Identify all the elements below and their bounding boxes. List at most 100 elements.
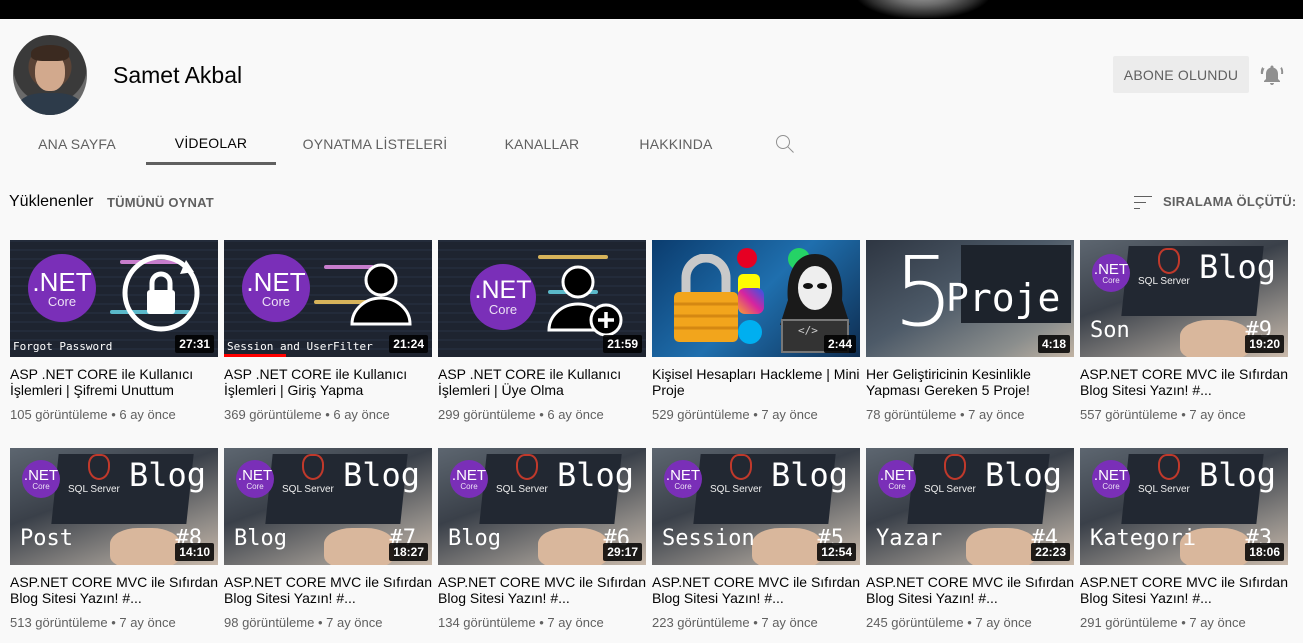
video-title[interactable]: ASP.NET CORE MVC ile Sıfırdan Blog Sites… xyxy=(10,574,218,606)
sql-server-text: SQL Server xyxy=(496,484,548,495)
video-thumbnail[interactable]: .NET Core SQL Server Blog Son #9 19:20 xyxy=(1080,240,1288,357)
dotnet-logo-core: Core xyxy=(1102,481,1120,491)
video-title[interactable]: ASP.NET CORE MVC ile Sıfırdan Blog Sites… xyxy=(1080,574,1288,606)
video-thumbnail[interactable]: .NET Core Forgot Password 27:31 xyxy=(10,240,218,357)
dotnet-logo-core: Core xyxy=(488,302,518,317)
upload-age: 7 ay önce xyxy=(1189,407,1246,422)
sql-server-logo xyxy=(1158,248,1180,274)
section-title: Yüklenenler xyxy=(9,193,94,210)
video-title[interactable]: ASP.NET CORE MVC ile Sıfırdan Blog Sites… xyxy=(438,574,646,606)
video-meta: 134 görüntüleme • 7 ay önce xyxy=(438,615,604,630)
thumb-hand xyxy=(966,528,1036,565)
tab-about[interactable]: HAKKINDA xyxy=(620,123,732,165)
channel-header: Samet Akbal ABONE OLUNDU ANA SAYFA VİDEO… xyxy=(0,19,1303,166)
video-card[interactable]: .NET Core 21:59 ASP .NET CORE ile Kullan… xyxy=(438,240,646,422)
video-thumbnail[interactable]: 5 Proje 4:18 xyxy=(866,240,1074,357)
video-thumbnail[interactable]: </> 2:44 xyxy=(652,240,860,357)
video-meta: 369 görüntüleme • 6 ay önce xyxy=(224,407,390,422)
video-title[interactable]: ASP .NET CORE ile Kullanıcı İşlemleri | … xyxy=(10,366,218,398)
dotnet-logo-core: Core xyxy=(674,481,692,491)
view-count: 291 görüntüleme xyxy=(1080,615,1178,630)
uploads-section: Yüklenenler TÜMÜNÜ OYNAT SIRALAMA ÖLÇÜTÜ… xyxy=(0,166,1303,643)
avatar[interactable] xyxy=(13,35,87,115)
dotnet-logo-core: Core xyxy=(460,481,478,491)
dotnet-logo: .NET Core xyxy=(470,264,536,330)
tab-videos[interactable]: VİDEOLAR xyxy=(146,123,276,165)
video-card[interactable]: .NET Core SQL Server Blog Blog #7 18:27 … xyxy=(224,448,432,630)
video-card[interactable]: .NET Core SQL Server Blog Session #5 12:… xyxy=(652,448,860,630)
thumb-blog-text: Blog xyxy=(556,456,634,494)
instagram-icon xyxy=(738,288,764,314)
video-card[interactable]: .NET Core SQL Server Blog Kategori #3 18… xyxy=(1080,448,1288,630)
sql-server-logo xyxy=(730,454,752,480)
video-card[interactable]: .NET Core SQL Server Blog Blog #6 29:17 … xyxy=(438,448,646,630)
tab-playlists[interactable]: OYNATMA LİSTELERİ xyxy=(290,123,460,165)
video-title[interactable]: ASP .NET CORE ile Kullanıcı İşlemleri | … xyxy=(224,366,432,398)
dotnet-logo: .NET Core xyxy=(28,254,96,322)
upload-age: 7 ay önce xyxy=(761,615,818,630)
tab-home[interactable]: ANA SAYFA xyxy=(12,123,142,165)
thumb-word: Yazar xyxy=(876,526,943,551)
view-count: 78 görüntüleme xyxy=(866,407,957,422)
sql-server-text: SQL Server xyxy=(1138,276,1190,287)
video-thumbnail[interactable]: .NET Core SQL Server Blog Blog #7 18:27 xyxy=(224,448,432,565)
video-card[interactable]: </> 2:44 Kişisel Hesapları Hackleme | Mi… xyxy=(652,240,860,422)
play-all-button[interactable]: TÜMÜNÜ OYNAT xyxy=(107,195,214,210)
dotnet-logo-core: Core xyxy=(47,293,77,309)
video-title[interactable]: ASP .NET CORE ile Kullanıcı İşlemleri | … xyxy=(438,366,646,398)
thumb-caption: Session and UserFilter xyxy=(227,340,373,353)
dotnet-logo-text: .NET xyxy=(1093,466,1129,484)
tab-channels[interactable]: KANALLAR xyxy=(478,123,606,165)
padlock-image xyxy=(674,254,738,342)
video-card[interactable]: .NET Core SQL Server Blog Son #9 19:20 A… xyxy=(1080,240,1288,422)
video-title[interactable]: ASP.NET CORE MVC ile Sıfırdan Blog Sites… xyxy=(224,574,432,606)
view-count: 223 görüntüleme xyxy=(652,615,750,630)
thumb-word: Session xyxy=(662,526,755,551)
duration-badge: 29:17 xyxy=(603,543,642,561)
video-title[interactable]: Kişisel Hesapları Hackleme | Mini Proje xyxy=(652,366,860,398)
channel-tabs: ANA SAYFA VİDEOLAR OYNATMA LİSTELERİ KAN… xyxy=(0,123,1303,165)
dotnet-logo: .NET Core xyxy=(1092,254,1130,292)
sort-button[interactable]: SIRALAMA ÖLÇÜTÜ: xyxy=(1163,194,1296,209)
video-title[interactable]: ASP.NET CORE MVC ile Sıfırdan Blog Sites… xyxy=(866,574,1074,606)
video-thumbnail[interactable]: .NET Core SQL Server Blog Session #5 12:… xyxy=(652,448,860,565)
thumb-blog-text: Blog xyxy=(1198,248,1276,286)
dotnet-logo-core: Core xyxy=(888,481,906,491)
video-card[interactable]: .NET Core Forgot Password 27:31 ASP .NET… xyxy=(10,240,218,422)
duration-badge: 2:44 xyxy=(823,335,856,353)
thumb-blog-text: Blog xyxy=(984,456,1062,494)
video-card[interactable]: 5 Proje 4:18 Her Geliştiricinin Kesinlik… xyxy=(866,240,1074,422)
video-thumbnail[interactable]: .NET Core Session and UserFilter 21:24 xyxy=(224,240,432,357)
video-meta: 105 görüntüleme • 6 ay önce xyxy=(10,407,176,422)
video-title[interactable]: Her Geliştiricinin Kesinlikle Yapması Ge… xyxy=(866,366,1074,398)
video-thumbnail[interactable]: .NET Core SQL Server Blog Kategori #3 18… xyxy=(1080,448,1288,565)
video-thumbnail[interactable]: .NET Core SQL Server Blog Post #8 14:10 xyxy=(10,448,218,565)
dotnet-logo: .NET Core xyxy=(878,460,916,498)
video-title[interactable]: ASP.NET CORE MVC ile Sıfırdan Blog Sites… xyxy=(1080,366,1288,398)
video-meta: 98 görüntüleme • 7 ay önce xyxy=(224,615,383,630)
video-thumbnail[interactable]: .NET Core SQL Server Blog Blog #6 29:17 xyxy=(438,448,646,565)
view-count: 105 görüntüleme xyxy=(10,407,108,422)
video-card[interactable]: .NET Core SQL Server Blog Yazar #4 22:23… xyxy=(866,448,1074,630)
dotnet-logo-text: .NET xyxy=(879,466,915,484)
search-icon[interactable] xyxy=(773,132,797,156)
video-card[interactable]: .NET Core Session and UserFilter 21:24 A… xyxy=(224,240,432,422)
sql-server-logo xyxy=(88,454,110,480)
sql-server-text: SQL Server xyxy=(710,484,762,495)
dotnet-logo-text: .NET xyxy=(1093,260,1129,278)
view-count: 299 görüntüleme xyxy=(438,407,536,422)
subscribe-button[interactable]: ABONE OLUNDU xyxy=(1113,56,1249,93)
video-thumbnail[interactable]: .NET Core SQL Server Blog Yazar #4 22:23 xyxy=(866,448,1074,565)
video-card[interactable]: .NET Core SQL Server Blog Post #8 14:10 … xyxy=(10,448,218,630)
duration-badge: 14:10 xyxy=(175,543,214,561)
bell-icon[interactable] xyxy=(1260,63,1284,87)
thumb-hand xyxy=(538,528,608,565)
duration-badge: 22:23 xyxy=(1031,543,1070,561)
video-meta: 557 görüntüleme • 7 ay önce xyxy=(1080,407,1246,422)
sort-icon[interactable] xyxy=(1131,191,1155,215)
video-thumbnail[interactable]: .NET Core 21:59 xyxy=(438,240,646,357)
upload-age: 6 ay önce xyxy=(333,407,390,422)
video-title[interactable]: ASP.NET CORE MVC ile Sıfırdan Blog Sites… xyxy=(652,574,860,606)
view-count: 98 görüntüleme xyxy=(224,615,315,630)
duration-badge: 21:24 xyxy=(389,335,428,353)
